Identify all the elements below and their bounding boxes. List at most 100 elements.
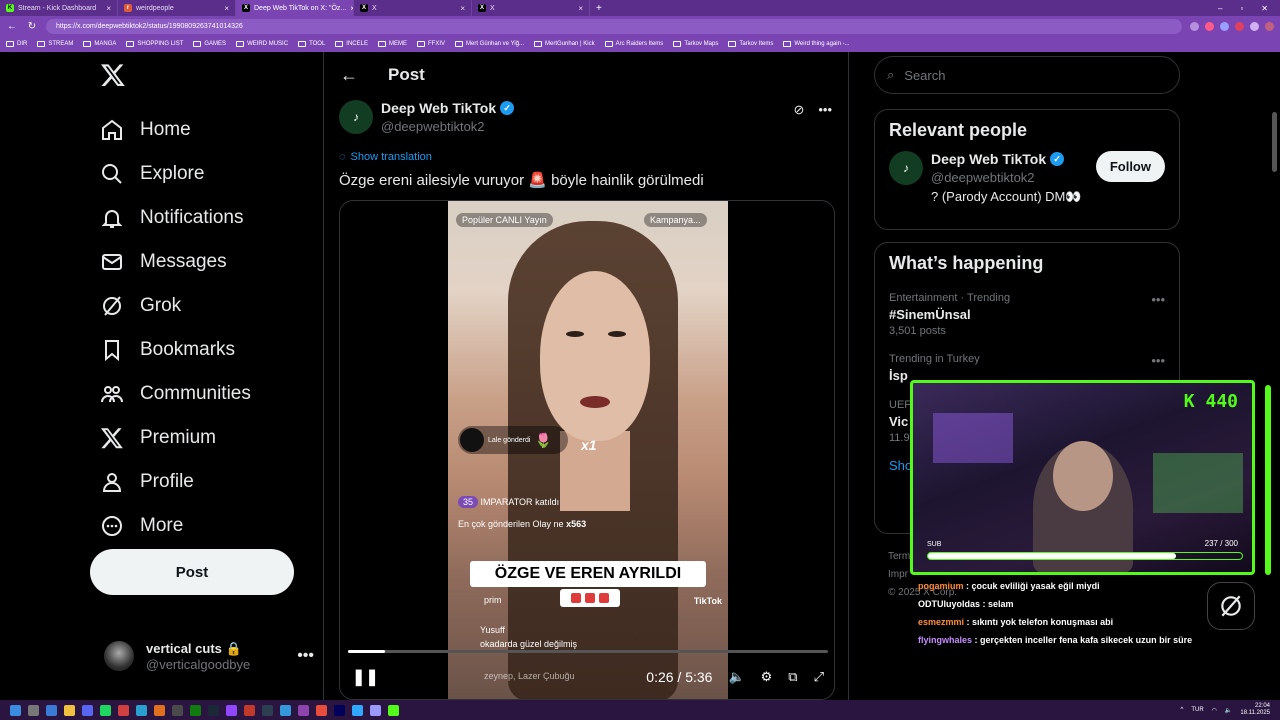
search-input[interactable]: ⌕ Search [874, 56, 1180, 94]
nav-explore[interactable]: Explore [100, 152, 251, 196]
nav-messages[interactable]: Messages [100, 240, 251, 284]
taskbar-app-icon[interactable] [46, 704, 57, 716]
taskbar-app-icon[interactable] [82, 704, 93, 716]
more-horizontal-icon[interactable]: ••• [1151, 353, 1165, 368]
taskbar-app-icon[interactable] [388, 704, 399, 716]
language-indicator[interactable]: TUR [1191, 707, 1203, 713]
taskbar-app-icon[interactable] [226, 704, 237, 716]
tab-weirdpeople[interactable]: r weirdpeople × [118, 0, 236, 16]
back-arrow-icon[interactable]: ← [340, 65, 358, 86]
tab-deep-web-tiktok[interactable]: X Deep Web TikTok on X: "Öz... × [236, 0, 354, 16]
bookmark-item[interactable]: FFXIV [416, 41, 445, 47]
bookmark-item[interactable]: MertGunhan | Kick [534, 41, 595, 47]
nav-grok[interactable]: Grok [100, 284, 251, 328]
taskbar-app-icon[interactable] [154, 704, 165, 716]
chevron-up-icon[interactable]: ^ [1181, 707, 1184, 713]
tiktok-avatar[interactable]: ♪ [889, 151, 923, 185]
grok-icon[interactable]: ⊘ [793, 102, 804, 118]
extension-icon[interactable] [1250, 21, 1259, 31]
video-progress-bar[interactable] [348, 650, 828, 653]
extension-icon[interactable] [1205, 21, 1214, 31]
nav-communities[interactable]: Communities [100, 372, 251, 416]
minimize-icon[interactable]: – [1218, 4, 1222, 13]
pause-icon[interactable]: ❚❚ [352, 667, 379, 687]
settings-gear-icon[interactable]: ⚙ [761, 669, 773, 685]
profile-avatar-icon[interactable] [1265, 21, 1274, 31]
close-tab-icon[interactable]: × [224, 4, 229, 13]
grok-floating-button[interactable] [1207, 582, 1255, 630]
taskbar-app-icon[interactable] [316, 704, 327, 716]
taskbar-app-icon[interactable] [334, 704, 345, 716]
taskbar-app-icon[interactable] [262, 704, 273, 716]
follow-button[interactable]: Follow [1095, 151, 1165, 182]
page-scrollbar[interactable] [1272, 112, 1277, 172]
url-field[interactable]: https://x.com/deepwebtiktok2/status/1990… [46, 18, 1182, 34]
taskbar-app-icon[interactable] [118, 704, 129, 716]
tab-x-1[interactable]: X X × [354, 0, 472, 16]
taskbar-app-icon[interactable] [190, 704, 201, 716]
close-tab-icon[interactable]: × [106, 4, 111, 13]
nav-notifications[interactable]: Notifications [100, 196, 251, 240]
nav-more[interactable]: More [100, 504, 251, 548]
taskbar-app-icon[interactable] [280, 704, 291, 716]
volume-icon[interactable]: 🔈 [1225, 707, 1232, 714]
tiktok-avatar[interactable]: ♪ [339, 100, 373, 134]
tab-kick-dashboard[interactable]: K Stream - Kick Dashboard × [0, 0, 118, 16]
bookmark-item[interactable]: Tarkov Maps [673, 41, 718, 47]
taskbar-app-icon[interactable] [244, 704, 255, 716]
bookmark-item[interactable]: MANGA [83, 41, 116, 47]
new-tab-button[interactable]: + [590, 3, 608, 14]
nav-home[interactable]: Home [100, 108, 251, 152]
clock[interactable]: 22:04 18.11.2025 [1240, 703, 1270, 717]
back-arrow-icon[interactable]: ← [6, 21, 18, 32]
more-horizontal-icon[interactable]: ••• [297, 647, 314, 665]
maximize-icon[interactable]: ▫ [1240, 4, 1243, 13]
trend-item[interactable]: Entertainment · Trending #SinemÜnsal 3,5… [875, 284, 1179, 345]
bookmark-item[interactable]: WEIRD MUSIC [236, 41, 288, 47]
taskbar-app-icon[interactable] [28, 704, 39, 716]
video-frame[interactable]: Popüler CANLI Yayın Kampanya... Lale gön… [448, 201, 728, 699]
bookmark-item[interactable]: Mert Günhan ve Yiğ... [455, 41, 524, 47]
bookmark-item[interactable]: MEME [377, 41, 407, 47]
taskbar-app-icon[interactable] [370, 704, 381, 716]
show-translation-link[interactable]: ◌ Show translation [339, 151, 432, 163]
tab-x-2[interactable]: X X × [472, 0, 590, 16]
relevant-person[interactable]: ♪ Deep Web TikTok ✓ @deepwebtiktok2 ? (Pa… [875, 151, 1179, 205]
network-icon[interactable]: ◠ [1212, 707, 1217, 714]
bookmark-item[interactable]: GAMES [193, 41, 226, 47]
account-switcher[interactable]: vertical cuts 🔒 @verticalgoodbye ••• [104, 636, 314, 676]
nav-bookmarks[interactable]: Bookmarks [100, 328, 251, 372]
bookmark-item[interactable]: STREAM [37, 41, 73, 47]
nav-premium[interactable]: Premium [100, 416, 251, 460]
bookmark-item[interactable]: Weird thing again -... [783, 41, 850, 47]
close-window-icon[interactable]: ✕ [1261, 4, 1268, 13]
post-button[interactable]: Post [90, 549, 294, 595]
bookmark-item[interactable]: INCELE [335, 41, 368, 47]
nav-profile[interactable]: Profile [100, 460, 251, 504]
taskbar-app-icon[interactable] [352, 704, 363, 716]
extension-icon[interactable] [1190, 21, 1199, 31]
windows-start-icon[interactable] [10, 704, 21, 716]
taskbar-app-icon[interactable] [64, 704, 75, 716]
taskbar-app-icon[interactable] [298, 704, 309, 716]
bookmark-item[interactable]: Tarkov Items [728, 41, 773, 47]
picture-in-picture-icon[interactable]: ⧉ [788, 669, 797, 685]
relevant-name[interactable]: Deep Web TikTok [931, 151, 1046, 167]
more-horizontal-icon[interactable]: ••• [1151, 292, 1165, 307]
close-tab-icon[interactable]: × [578, 4, 583, 13]
x-logo-icon[interactable] [100, 62, 126, 88]
fullscreen-icon[interactable]: ⤢ [814, 669, 824, 685]
taskbar-app-icon[interactable] [172, 704, 183, 716]
extension-icon[interactable] [1220, 21, 1229, 31]
bookmark-item[interactable]: DIR [6, 41, 27, 47]
bookmark-item[interactable]: TOOL [298, 41, 325, 47]
post-author[interactable]: ♪ Deep Web TikTok ✓ @deepwebtiktok2 [339, 100, 515, 134]
author-name[interactable]: Deep Web TikTok [381, 100, 496, 116]
taskbar-app-icon[interactable] [100, 704, 111, 716]
more-horizontal-icon[interactable]: ••• [818, 102, 832, 118]
taskbar-app-icon[interactable] [208, 704, 219, 716]
author-handle[interactable]: @deepwebtiktok2 [381, 119, 514, 134]
bookmark-item[interactable]: Arc Raiders Items [604, 41, 663, 47]
reload-icon[interactable]: ↻ [26, 21, 38, 32]
video-player[interactable]: Popüler CANLI Yayın Kampanya... Lale gön… [339, 200, 835, 700]
